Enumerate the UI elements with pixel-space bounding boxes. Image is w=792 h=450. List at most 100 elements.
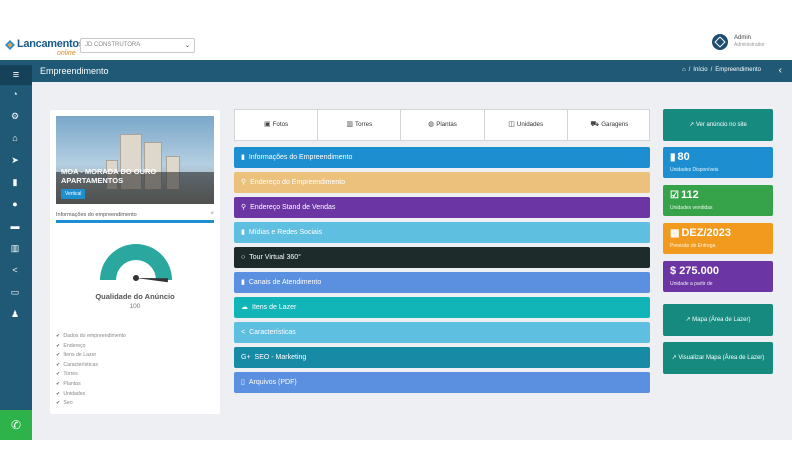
checklist-item: ✔ Dados do empreendimento [56,332,206,342]
bookmark-icon: ▮ [241,154,245,161]
section-button[interactable]: ⚲ Endereço Stand de Vendas [234,197,650,218]
checklist-item: ✔ Endereço [56,342,206,352]
settings-icon[interactable]: ⚙ [8,110,22,122]
media-icon: ▮ [241,229,245,236]
checklist-item: ✔ Itens de Lazer [56,351,206,361]
paper-plane-icon[interactable]: ➤ [8,154,22,166]
stat-label: Previsão de Entrega [670,243,716,249]
brand-logo[interactable]: Lancamentos online [5,38,85,58]
stat-value: ▦ DEZ/2023 [670,227,731,239]
bar-chart-icon[interactable]: ▥ [8,242,22,254]
checklist-item: ✔ Características [56,361,206,371]
view-map-leisure-button[interactable]: ↗ Visualizar Mapa (Área de Lazer) [663,342,773,374]
map-leisure-button[interactable]: ↗ Mapa (Área de Lazer) [663,304,773,336]
tab-plantas[interactable]: ◍ Plantas [401,110,485,140]
info-progress-fill [56,220,214,223]
close-icon[interactable]: × [210,211,214,217]
property-type-badge: Vertical [61,189,86,199]
logo-text: Lancamentos [17,38,85,50]
tab-label: Fotos [272,121,289,128]
check-icon: ✔ [56,400,61,407]
tab-fotos[interactable]: ▣ Fotos [235,110,319,140]
menu-toggle-icon[interactable]: ≡ [0,65,32,85]
section-button[interactable]: ▯ Arquivos (PDF) [234,372,650,393]
tab-unidades[interactable]: ◫ Unidades [485,110,568,140]
stat-label: Unidades vendidas [670,205,713,211]
stat-box: ▮ 80 Unidades Disponíveis [663,147,773,178]
check-icon: ✔ [56,380,61,387]
company-select-value: JD CONSTRUTORA [85,42,141,48]
globe-icon: ◍ [428,121,435,128]
whatsapp-icon[interactable]: ✆ [0,410,32,440]
stat-value-text: 80 [677,151,690,163]
user-role: Administrador [734,42,765,48]
section-button[interactable]: G+ SEO - Marketing [234,347,650,368]
section-label: Tour Virtual 360° [249,254,301,261]
section-button[interactable]: ☁ Itens de Lazer [234,297,650,318]
section-label: Itens de Lazer [252,304,297,311]
main-content: MOA - MORADA DO OURO APARTAMENTOS Vertic… [32,82,792,440]
book-icon[interactable]: ▮ [8,176,22,188]
tab-label: Torres [354,121,373,128]
checklist-item-label: Características [63,361,98,368]
section-button[interactable]: ▮ Informações do Empreendimento [234,147,650,168]
cloud-icon: ☁ [241,304,248,311]
section-button[interactable]: ▮ Canais de Atendimento [234,272,650,293]
quality-gauge [100,244,172,283]
comments-icon[interactable]: ● [8,198,22,210]
stat-value: $ 275.000 [670,265,719,277]
tab-garagens[interactable]: ⛟ Garagens [568,110,651,140]
user-avatar[interactable] [712,34,728,50]
share-icon[interactable]: < [8,264,22,276]
breadcrumb-home[interactable]: Início [693,67,707,73]
stat-box: ☑ 112 Unidades vendidas [663,185,773,216]
view-ad-button[interactable]: ↗ Ver anúncio no site [663,109,773,141]
chevron-left-icon[interactable]: ‹ [779,65,782,76]
checklist-item: ✔ Unidades [56,390,206,400]
home-icon[interactable]: ⌂ [682,67,686,73]
company-select[interactable]: JD CONSTRUTORA ⌄ [80,38,195,53]
app-root: Lancamentos online JD CONSTRUTORA ⌄ Admi… [0,0,792,450]
users-icon[interactable]: ♟ [8,308,22,320]
circle-icon: ○ [241,254,246,261]
section-button[interactable]: < Características [234,322,650,343]
quality-value: 100 [129,303,141,310]
checklist-item: ✔ Plantas [56,380,206,390]
section-button[interactable]: ⚲ Endereço do Empreendimento [234,172,650,193]
checklist: ✔ Dados do empreendimento ✔ Endereço ✔ Itens … [56,332,206,409]
stat-box: ▦ DEZ/2023 Previsão de Entrega [663,223,773,254]
columns-icon: ◫ [508,121,515,128]
checklist-item: ✔ Torres [56,370,206,380]
external-link-icon: ↗ [671,355,677,361]
sidebar: ≡ ◔ ⚙ ⌂ ➤ ▮ ● ▬ ▥ < ▭ ♟ [0,60,32,440]
tab-label: Plantas [436,121,457,128]
money-icon[interactable]: ▭ [8,286,22,298]
chevron-down-icon: ⌄ [184,43,190,49]
user-name[interactable]: Admin [734,35,751,41]
file-icon: ▯ [241,379,245,386]
bank-icon[interactable]: ⌂ [8,132,22,144]
dashboard-icon[interactable]: ◔ [8,88,22,100]
check-icon: ✔ [56,352,61,359]
breadcrumb: ⌂ / Início / Empreendimento [681,67,761,73]
logo-mark-icon [5,40,15,50]
tab-torres[interactable]: ▥ Torres [318,110,402,140]
car-icon: ⛟ [590,121,600,128]
section-button[interactable]: ▮ Mídias e Redes Sociais [234,222,650,243]
stat-value-text: DEZ/2023 [681,227,731,239]
checklist-item-label: Endereço [63,342,86,349]
briefcase-icon[interactable]: ▬ [8,220,22,232]
stat-value: ▮ 80 [670,151,690,163]
checklist-item-label: Plantas [63,380,81,387]
stat-value-text: $ 275.000 [670,265,719,277]
image-icon: ▣ [264,121,271,128]
map-marker-icon: ⚲ [241,179,247,186]
section-button[interactable]: ○ Tour Virtual 360° [234,247,650,268]
quality-label: Qualidade do Anúncio [95,292,175,301]
page-title: Empreendimento [40,66,109,76]
section-label: Mídias e Redes Sociais [248,229,323,236]
checklist-item-label: Dados do empreendimento [63,333,126,339]
external-link-icon: ↗ [685,317,691,323]
view-ad-label: Ver anúncio no site [695,122,747,128]
section-label: Endereço do Empreendimento [250,179,346,186]
